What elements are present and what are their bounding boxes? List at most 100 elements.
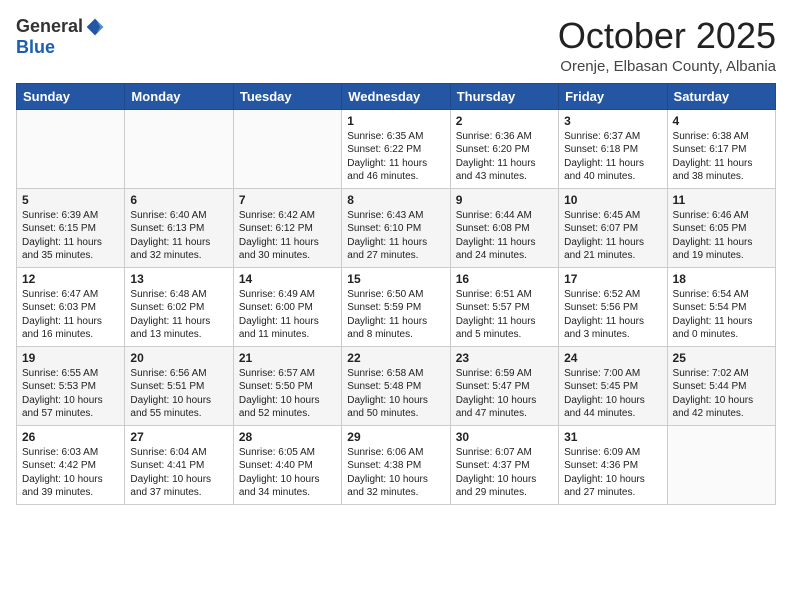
day-info: Sunrise: 6:37 AM Sunset: 6:18 PM Dayligh… [564,130,661,184]
day-info: Sunrise: 6:45 AM Sunset: 6:07 PM Dayligh… [564,209,661,263]
day-number: 24 [564,351,661,365]
day-number: 16 [456,272,553,286]
day-number: 2 [456,114,553,128]
logo-blue-text: Blue [16,37,55,58]
day-number: 8 [347,193,444,207]
day-number: 20 [130,351,227,365]
weekday-header-monday: Monday [125,83,233,109]
week-row-1: 1 Sunrise: 6:35 AM Sunset: 6:22 PM Daylig… [17,109,776,188]
day-info: Sunrise: 6:47 AM Sunset: 6:03 PM Dayligh… [22,288,119,342]
day-number: 5 [22,193,119,207]
calendar-cell: 6Sunrise: 6:40 AM Sunset: 6:13 PM Daylig… [125,188,233,267]
weekday-header-tuesday: Tuesday [233,83,341,109]
calendar-cell: 8 Sunrise: 6:43 AM Sunset: 6:10 PM Daylig… [342,188,450,267]
calendar-cell: 28 Sunrise: 6:05 AM Sunset: 4:40 PM Dayli… [233,425,341,504]
day-info: Sunrise: 6:09 AM Sunset: 4:36 PM Dayligh… [564,446,661,500]
logo: General Blue [16,16,105,58]
calendar-cell: 12 Sunrise: 6:47 AM Sunset: 6:03 PM Dayli… [17,267,125,346]
logo-general-text: General [16,16,83,37]
calendar-cell: 17Sunrise: 6:52 AM Sunset: 5:56 PM Dayli… [559,267,667,346]
day-info: Sunrise: 6:48 AM Sunset: 6:02 PM Dayligh… [130,288,227,342]
day-info: Sunrise: 7:00 AM Sunset: 5:45 PM Dayligh… [564,367,661,421]
day-info: Sunrise: 6:59 AM Sunset: 5:47 PM Dayligh… [456,367,553,421]
day-info: Sunrise: 6:06 AM Sunset: 4:38 PM Dayligh… [347,446,444,500]
calendar-cell: 21 Sunrise: 6:57 AM Sunset: 5:50 PM Dayli… [233,346,341,425]
calendar-cell [233,109,341,188]
day-info: Sunrise: 6:50 AM Sunset: 5:59 PM Dayligh… [347,288,444,342]
day-number: 21 [239,351,336,365]
day-info: Sunrise: 7:02 AM Sunset: 5:44 PM Dayligh… [673,367,770,421]
day-info: Sunrise: 6:54 AM Sunset: 5:54 PM Dayligh… [673,288,770,342]
calendar-cell: 20 Sunrise: 6:56 AM Sunset: 5:51 PM Dayli… [125,346,233,425]
calendar-cell: 3 Sunrise: 6:37 AM Sunset: 6:18 PM Daylig… [559,109,667,188]
calendar-cell: 11 Sunrise: 6:46 AM Sunset: 6:05 PM Dayli… [667,188,775,267]
week-row-4: 19 Sunrise: 6:55 AM Sunset: 5:53 PM Dayli… [17,346,776,425]
day-info: Sunrise: 6:04 AM Sunset: 4:41 PM Dayligh… [130,446,227,500]
day-number: 25 [673,351,770,365]
calendar-cell: 27 Sunrise: 6:04 AM Sunset: 4:41 PM Dayli… [125,425,233,504]
day-info: Sunrise: 6:35 AM Sunset: 6:22 PM Dayligh… [347,130,444,184]
weekday-header-saturday: Saturday [667,83,775,109]
logo-icon [85,17,105,37]
day-number: 26 [22,430,119,444]
day-info: Sunrise: 6:07 AM Sunset: 4:37 PM Dayligh… [456,446,553,500]
weekday-header-row: SundayMondayTuesdayWednesdayThursdayFrid… [17,83,776,109]
weekday-header-wednesday: Wednesday [342,83,450,109]
day-number: 27 [130,430,227,444]
calendar-cell: 22 Sunrise: 6:58 AM Sunset: 5:48 PM Dayli… [342,346,450,425]
day-number: 29 [347,430,444,444]
day-info: Sunrise: 6:03 AM Sunset: 4:42 PM Dayligh… [22,446,119,500]
calendar-cell: 5Sunrise: 6:39 AM Sunset: 6:15 PM Daylig… [17,188,125,267]
day-number: 4 [673,114,770,128]
day-info: Sunrise: 6:42 AM Sunset: 6:12 PM Dayligh… [239,209,336,263]
calendar-cell: 7 Sunrise: 6:42 AM Sunset: 6:12 PM Daylig… [233,188,341,267]
day-number: 30 [456,430,553,444]
day-number: 19 [22,351,119,365]
day-number: 3 [564,114,661,128]
day-number: 12 [22,272,119,286]
day-info: Sunrise: 6:58 AM Sunset: 5:48 PM Dayligh… [347,367,444,421]
day-number: 1 [347,114,444,128]
day-info: Sunrise: 6:05 AM Sunset: 4:40 PM Dayligh… [239,446,336,500]
calendar-cell: 29 Sunrise: 6:06 AM Sunset: 4:38 PM Dayli… [342,425,450,504]
day-info: Sunrise: 6:55 AM Sunset: 5:53 PM Dayligh… [22,367,119,421]
day-info: Sunrise: 6:44 AM Sunset: 6:08 PM Dayligh… [456,209,553,263]
calendar-cell: 10 Sunrise: 6:45 AM Sunset: 6:07 PM Dayli… [559,188,667,267]
day-info: Sunrise: 6:40 AM Sunset: 6:13 PM Dayligh… [130,209,227,263]
calendar-cell: 30 Sunrise: 6:07 AM Sunset: 4:37 PM Dayli… [450,425,558,504]
day-number: 10 [564,193,661,207]
day-info: Sunrise: 6:46 AM Sunset: 6:05 PM Dayligh… [673,209,770,263]
day-number: 17 [564,272,661,286]
day-number: 28 [239,430,336,444]
day-info: Sunrise: 6:57 AM Sunset: 5:50 PM Dayligh… [239,367,336,421]
calendar-cell [125,109,233,188]
day-info: Sunrise: 6:36 AM Sunset: 6:20 PM Dayligh… [456,130,553,184]
day-number: 13 [130,272,227,286]
day-info: Sunrise: 6:38 AM Sunset: 6:17 PM Dayligh… [673,130,770,184]
day-info: Sunrise: 6:56 AM Sunset: 5:51 PM Dayligh… [130,367,227,421]
calendar-cell: 2 Sunrise: 6:36 AM Sunset: 6:20 PM Daylig… [450,109,558,188]
day-number: 15 [347,272,444,286]
calendar-cell [667,425,775,504]
location-subtitle: Orenje, Elbasan County, Albania [558,58,776,75]
day-info: Sunrise: 6:51 AM Sunset: 5:57 PM Dayligh… [456,288,553,342]
calendar-cell: 1 Sunrise: 6:35 AM Sunset: 6:22 PM Daylig… [342,109,450,188]
calendar-cell [17,109,125,188]
day-info: Sunrise: 6:49 AM Sunset: 6:00 PM Dayligh… [239,288,336,342]
day-number: 22 [347,351,444,365]
day-info: Sunrise: 6:43 AM Sunset: 6:10 PM Dayligh… [347,209,444,263]
week-row-5: 26 Sunrise: 6:03 AM Sunset: 4:42 PM Dayli… [17,425,776,504]
day-number: 31 [564,430,661,444]
day-number: 7 [239,193,336,207]
calendar-cell: 14 Sunrise: 6:49 AM Sunset: 6:00 PM Dayli… [233,267,341,346]
calendar-cell: 24 Sunrise: 7:00 AM Sunset: 5:45 PM Dayli… [559,346,667,425]
calendar-cell: 23Sunrise: 6:59 AM Sunset: 5:47 PM Dayli… [450,346,558,425]
day-number: 11 [673,193,770,207]
weekday-header-sunday: Sunday [17,83,125,109]
calendar-cell: 15 Sunrise: 6:50 AM Sunset: 5:59 PM Dayli… [342,267,450,346]
day-number: 9 [456,193,553,207]
title-block: October 2025 Orenje, Elbasan County, Alb… [558,16,776,75]
calendar-cell: 18Sunrise: 6:54 AM Sunset: 5:54 PM Dayli… [667,267,775,346]
page-header: General Blue October 2025 Orenje, Elbasa… [16,16,776,75]
day-number: 14 [239,272,336,286]
